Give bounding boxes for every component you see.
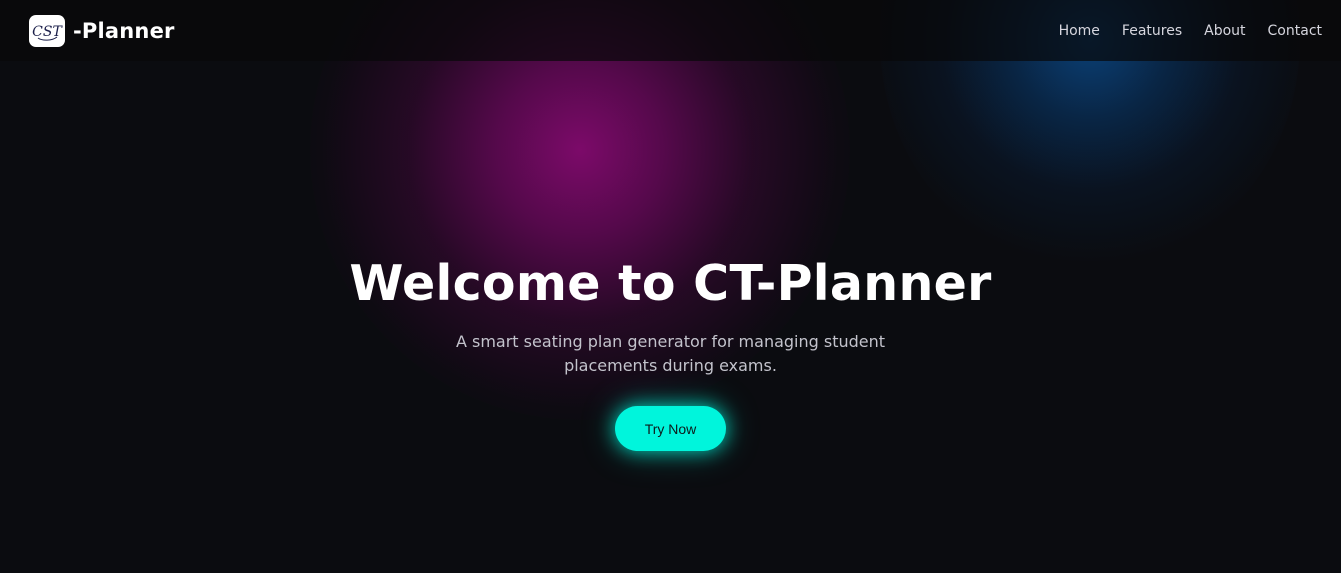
navbar: CST -Planner Home Features About Contact bbox=[0, 0, 1341, 61]
logo-icon: CST bbox=[29, 14, 65, 47]
landing-page: CST -Planner Home Features About Contact… bbox=[0, 0, 1341, 573]
hero-title: Welcome to CT-Planner bbox=[349, 255, 992, 312]
nav-features-link[interactable]: Features bbox=[1122, 23, 1182, 39]
hero-section: Welcome to CT-Planner A smart seating pl… bbox=[0, 252, 1341, 451]
logo-text: CST bbox=[32, 24, 63, 40]
nav-links: Home Features About Contact bbox=[1037, 23, 1322, 39]
brand[interactable]: CST -Planner bbox=[29, 14, 175, 47]
try-now-button[interactable]: Try Now bbox=[615, 406, 726, 451]
nav-home-link[interactable]: Home bbox=[1059, 23, 1100, 39]
nav-about-link[interactable]: About bbox=[1204, 23, 1245, 39]
nav-contact-link[interactable]: Contact bbox=[1268, 23, 1322, 39]
hero-subtitle: A smart seating plan generator for manag… bbox=[455, 332, 886, 375]
brand-name: -Planner bbox=[73, 18, 175, 43]
